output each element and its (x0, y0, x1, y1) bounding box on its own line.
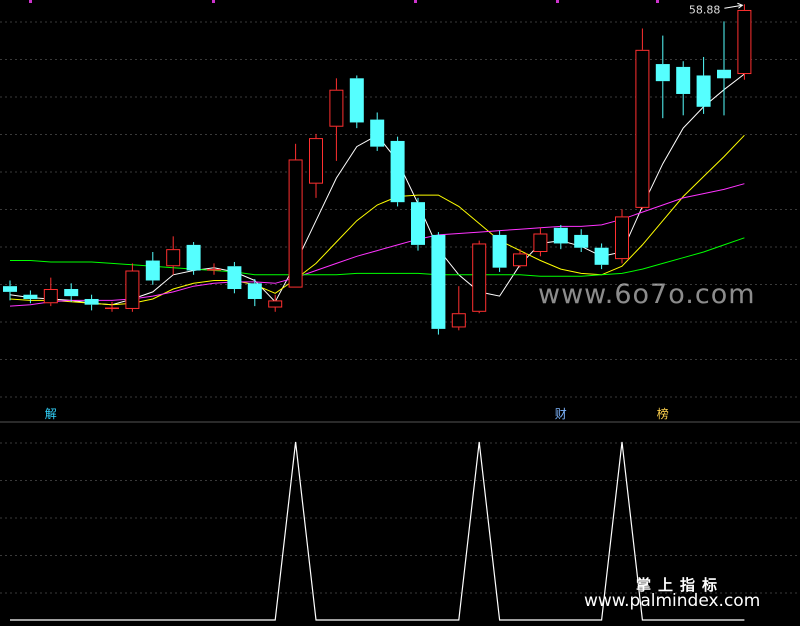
candle-body (676, 66, 691, 94)
ma-line-0 (9, 73, 745, 306)
candle-body (472, 243, 487, 312)
candle-body (43, 289, 58, 304)
top-tick-mark (414, 0, 417, 3)
candle-body (105, 307, 119, 310)
candle-body (574, 234, 589, 248)
candlestick-chart: 58.88 解 财 榜 (0, 0, 800, 621)
candle-body (737, 9, 752, 75)
candle-body (431, 234, 446, 329)
candle-body (696, 75, 711, 107)
candle-body (533, 233, 548, 253)
candle-body (390, 140, 405, 203)
top-tick-mark (656, 0, 659, 3)
candle-body (125, 270, 140, 309)
candle-body (288, 159, 303, 288)
candle-body (268, 300, 283, 308)
candle-body (145, 260, 160, 281)
candle-body (84, 298, 99, 305)
signal-annotation: 解 (45, 407, 57, 421)
candle-body (655, 64, 670, 82)
high-price-label: 58.88 (689, 3, 721, 16)
candle-body (349, 78, 364, 123)
candle-body (411, 202, 425, 245)
candle-body (553, 227, 568, 244)
candle-body (492, 234, 507, 268)
mid-watermark: www.6o7o.com (538, 279, 756, 310)
candle-body (370, 119, 385, 147)
candle-body (3, 286, 17, 292)
candle-body (166, 249, 181, 267)
signal-annotation: 榜 (657, 406, 669, 421)
candle-body (513, 253, 527, 267)
candle-body (227, 266, 242, 290)
candle-body (207, 269, 221, 271)
ma-line-3 (10, 237, 745, 277)
candle-body (717, 69, 731, 79)
candle-body (186, 244, 201, 271)
candle-body (451, 313, 466, 328)
top-tick-mark (212, 0, 215, 3)
candle-body (635, 49, 650, 208)
candle-body (247, 283, 262, 299)
candle-body (594, 247, 609, 265)
candle-body (329, 89, 344, 127)
top-tick-mark (29, 0, 32, 3)
top-tick-mark (556, 0, 559, 3)
candle-body (309, 138, 323, 184)
candle-body (23, 294, 38, 299)
watermark-url: www.palmindex.com (584, 591, 761, 611)
signal-annotation: 财 (555, 407, 567, 421)
candle-body (64, 289, 79, 297)
candle-body (615, 216, 629, 260)
